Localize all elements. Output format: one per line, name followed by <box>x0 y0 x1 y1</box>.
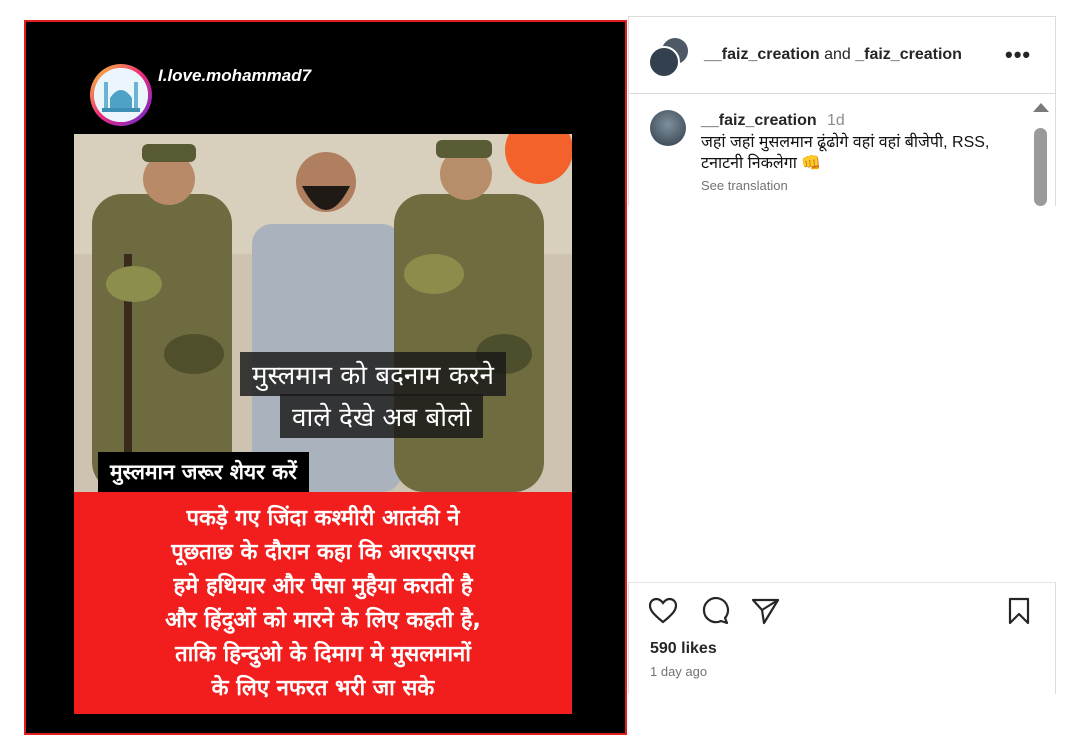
caption-line-2: वाले देखे अब बोलो <box>280 394 484 438</box>
author-link[interactable]: _faiz_creation <box>855 46 962 63</box>
author-joiner: and <box>824 46 851 63</box>
red-text-panel: पकड़े गए जिंदा कश्मीरी आतंकी ने पूछताछ क… <box>74 492 572 714</box>
post-media[interactable]: I.love.mohammad7 मुस्लमान को बदनाम करने … <box>24 20 627 735</box>
caption-line-1: मुस्लमान को बदनाम करने <box>240 352 506 396</box>
red-line: पकड़े गए जिंदा कश्मीरी आतंकी ने <box>186 506 460 531</box>
post-timestamp: 1 day ago <box>650 664 708 679</box>
red-line: हमे हथियार और पैसा मुहैया कराती है <box>173 574 473 599</box>
red-line: ताकि हिन्दुओ के दिमाग मे मुसलमानों <box>175 642 471 667</box>
bookmark-icon[interactable] <box>1006 597 1032 630</box>
scrollbar-thumb[interactable] <box>1034 128 1047 206</box>
comment-text: जहां जहां मुसलमान ढूंढोगे वहां वहां बीजे… <box>701 134 990 172</box>
share-strip: मुस्लमान जरूर शेयर करें <box>98 452 309 492</box>
panel-border <box>1055 16 1056 206</box>
send-icon[interactable] <box>751 597 781 630</box>
comment-time: 1d <box>827 112 845 129</box>
comment-username[interactable]: __faiz_creation <box>701 112 817 130</box>
panel-border <box>628 16 629 206</box>
scroll-up-arrow[interactable] <box>1033 103 1049 112</box>
avatar[interactable] <box>650 110 686 146</box>
panel-border <box>1055 582 1056 694</box>
panel-border <box>628 582 629 694</box>
red-line: और हिंदुओं को मारने के लिए कहती है, <box>165 608 481 633</box>
red-line: के लिए नफरत भरी जा सके <box>211 676 435 701</box>
more-icon[interactable]: ••• <box>1005 42 1031 68</box>
heart-icon[interactable] <box>648 597 678 630</box>
poster-avatar <box>90 64 152 126</box>
comment-icon[interactable] <box>700 597 730 630</box>
see-translation-link[interactable]: See translation <box>701 178 788 193</box>
soldiers-photo: मुस्लमान को बदनाम करने वाले देखे अब बोलो <box>74 134 572 492</box>
post-authors: __faiz_creation and _faiz_creation <box>704 46 962 64</box>
poster-handle: I.love.mohammad7 <box>158 66 312 85</box>
avatar[interactable] <box>648 46 680 78</box>
mosque-logo <box>94 68 148 122</box>
likes-count[interactable]: 590 likes <box>650 640 717 658</box>
author-link[interactable]: __faiz_creation <box>704 46 820 63</box>
red-line: पूछताछ के दौरान कहा कि आरएसएस <box>171 540 475 565</box>
red-text: पकड़े गए जिंदा कश्मीरी आतंकी ने पूछताछ क… <box>74 502 572 706</box>
